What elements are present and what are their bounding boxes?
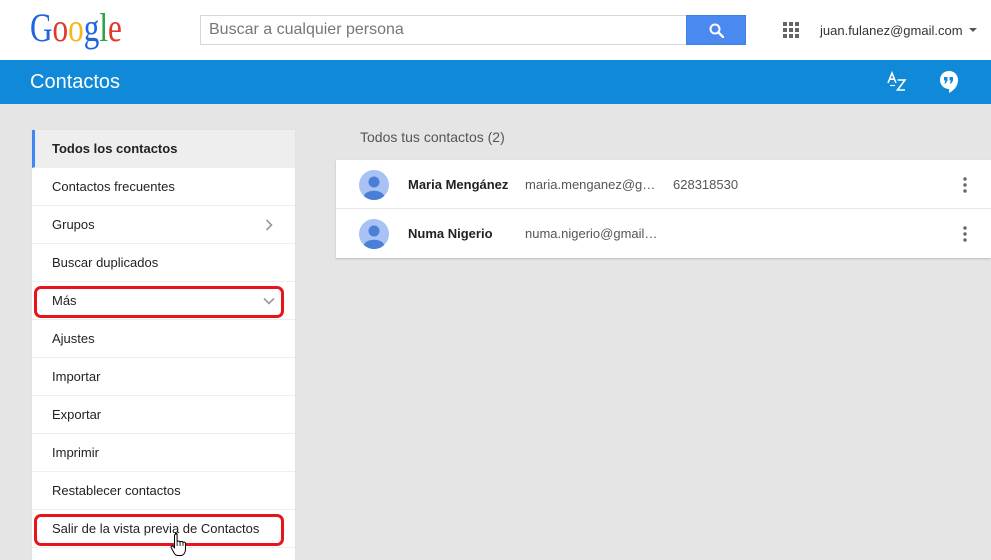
sidebar-item-all-contacts[interactable]: Todos los contactos: [32, 130, 295, 168]
caret-down-icon: [968, 28, 977, 32]
contact-email: numa.nigerio@gmail…: [525, 226, 658, 241]
apps-grid-icon[interactable]: [783, 22, 799, 38]
contact-name: Numa Nigerio: [408, 226, 493, 241]
sidebar-item-more[interactable]: Más: [32, 282, 295, 320]
sidebar-item-label: Imprimir: [52, 445, 99, 460]
sidebar-item-label: Todos los contactos: [52, 141, 178, 156]
sidebar-item-frequent[interactable]: Contactos frecuentes: [32, 168, 295, 206]
contacts-heading: Todos tus contactos (2): [360, 129, 505, 145]
logo-letter: o: [68, 5, 84, 50]
logo-letter: l: [99, 5, 109, 50]
sidebar-item-label: Ajustes: [52, 331, 95, 346]
more-vert-icon[interactable]: [963, 226, 967, 242]
sidebar-item-label: Contactos frecuentes: [52, 179, 175, 194]
logo-letter: e: [108, 5, 122, 50]
sidebar-item-label: Exportar: [52, 407, 102, 422]
sidebar-item-label: Importar: [52, 369, 101, 384]
contact-email: maria.menganez@g…: [525, 177, 656, 192]
search-icon: [709, 23, 724, 38]
hangouts-icon: [940, 71, 958, 93]
contact-name: Maria Mengánez: [408, 177, 509, 192]
search-input[interactable]: [200, 15, 686, 45]
app-bar: Contactos: [0, 60, 991, 104]
chevron-down-icon: [263, 297, 275, 305]
contact-row[interactable]: Maria Mengánez maria.menganez@g… 6283185…: [336, 160, 991, 209]
sidebar: Todos los contactos Contactos frecuentes…: [32, 130, 295, 560]
contact-row[interactable]: Numa Nigerio numa.nigerio@gmail…: [336, 209, 991, 258]
account-menu[interactable]: juan.fulanez@gmail.com: [820, 22, 977, 38]
logo-letter: o: [52, 5, 69, 50]
google-logo[interactable]: Google: [30, 8, 122, 52]
sidebar-item-restore[interactable]: Restablecer contactos: [32, 472, 295, 510]
sort-az-icon: [887, 70, 907, 91]
top-bar: Google juan.fulanez@gmail.com: [0, 0, 991, 60]
search-button[interactable]: [686, 15, 746, 45]
account-email: juan.fulanez@gmail.com: [820, 22, 963, 38]
chevron-right-icon: [265, 219, 273, 231]
contacts-list: Maria Mengánez maria.menganez@g… 6283185…: [336, 160, 991, 258]
sidebar-item-label: Buscar duplicados: [52, 255, 159, 270]
sidebar-item-find-duplicates[interactable]: Buscar duplicados: [32, 244, 295, 282]
sort-button[interactable]: [886, 70, 908, 94]
sidebar-item-settings[interactable]: Ajustes: [32, 320, 295, 358]
hangouts-button[interactable]: [938, 70, 960, 94]
contact-phone: 628318530: [673, 177, 739, 192]
sidebar-item-label: Más: [52, 293, 77, 308]
more-vert-icon[interactable]: [963, 177, 967, 193]
sidebar-item-label: Salir de la vista previa de Contactos: [52, 521, 260, 536]
sidebar-item-label: Restablecer contactos: [52, 483, 181, 498]
app-title: Contactos: [30, 71, 121, 93]
sidebar-item-print[interactable]: Imprimir: [32, 434, 295, 472]
sidebar-item-export[interactable]: Exportar: [32, 396, 295, 434]
sidebar-item-groups[interactable]: Grupos: [32, 206, 295, 244]
logo-letter: G: [30, 5, 53, 50]
sidebar-item-label: Grupos: [52, 217, 95, 232]
sidebar-item-exit-preview[interactable]: Salir de la vista previa de Contactos: [32, 510, 295, 548]
person-avatar-icon: [359, 170, 389, 200]
hand-pointer-cursor-icon: [170, 532, 186, 556]
sidebar-item-import[interactable]: Importar: [32, 358, 295, 396]
person-avatar-icon: [359, 219, 389, 249]
logo-letter: g: [83, 5, 100, 50]
